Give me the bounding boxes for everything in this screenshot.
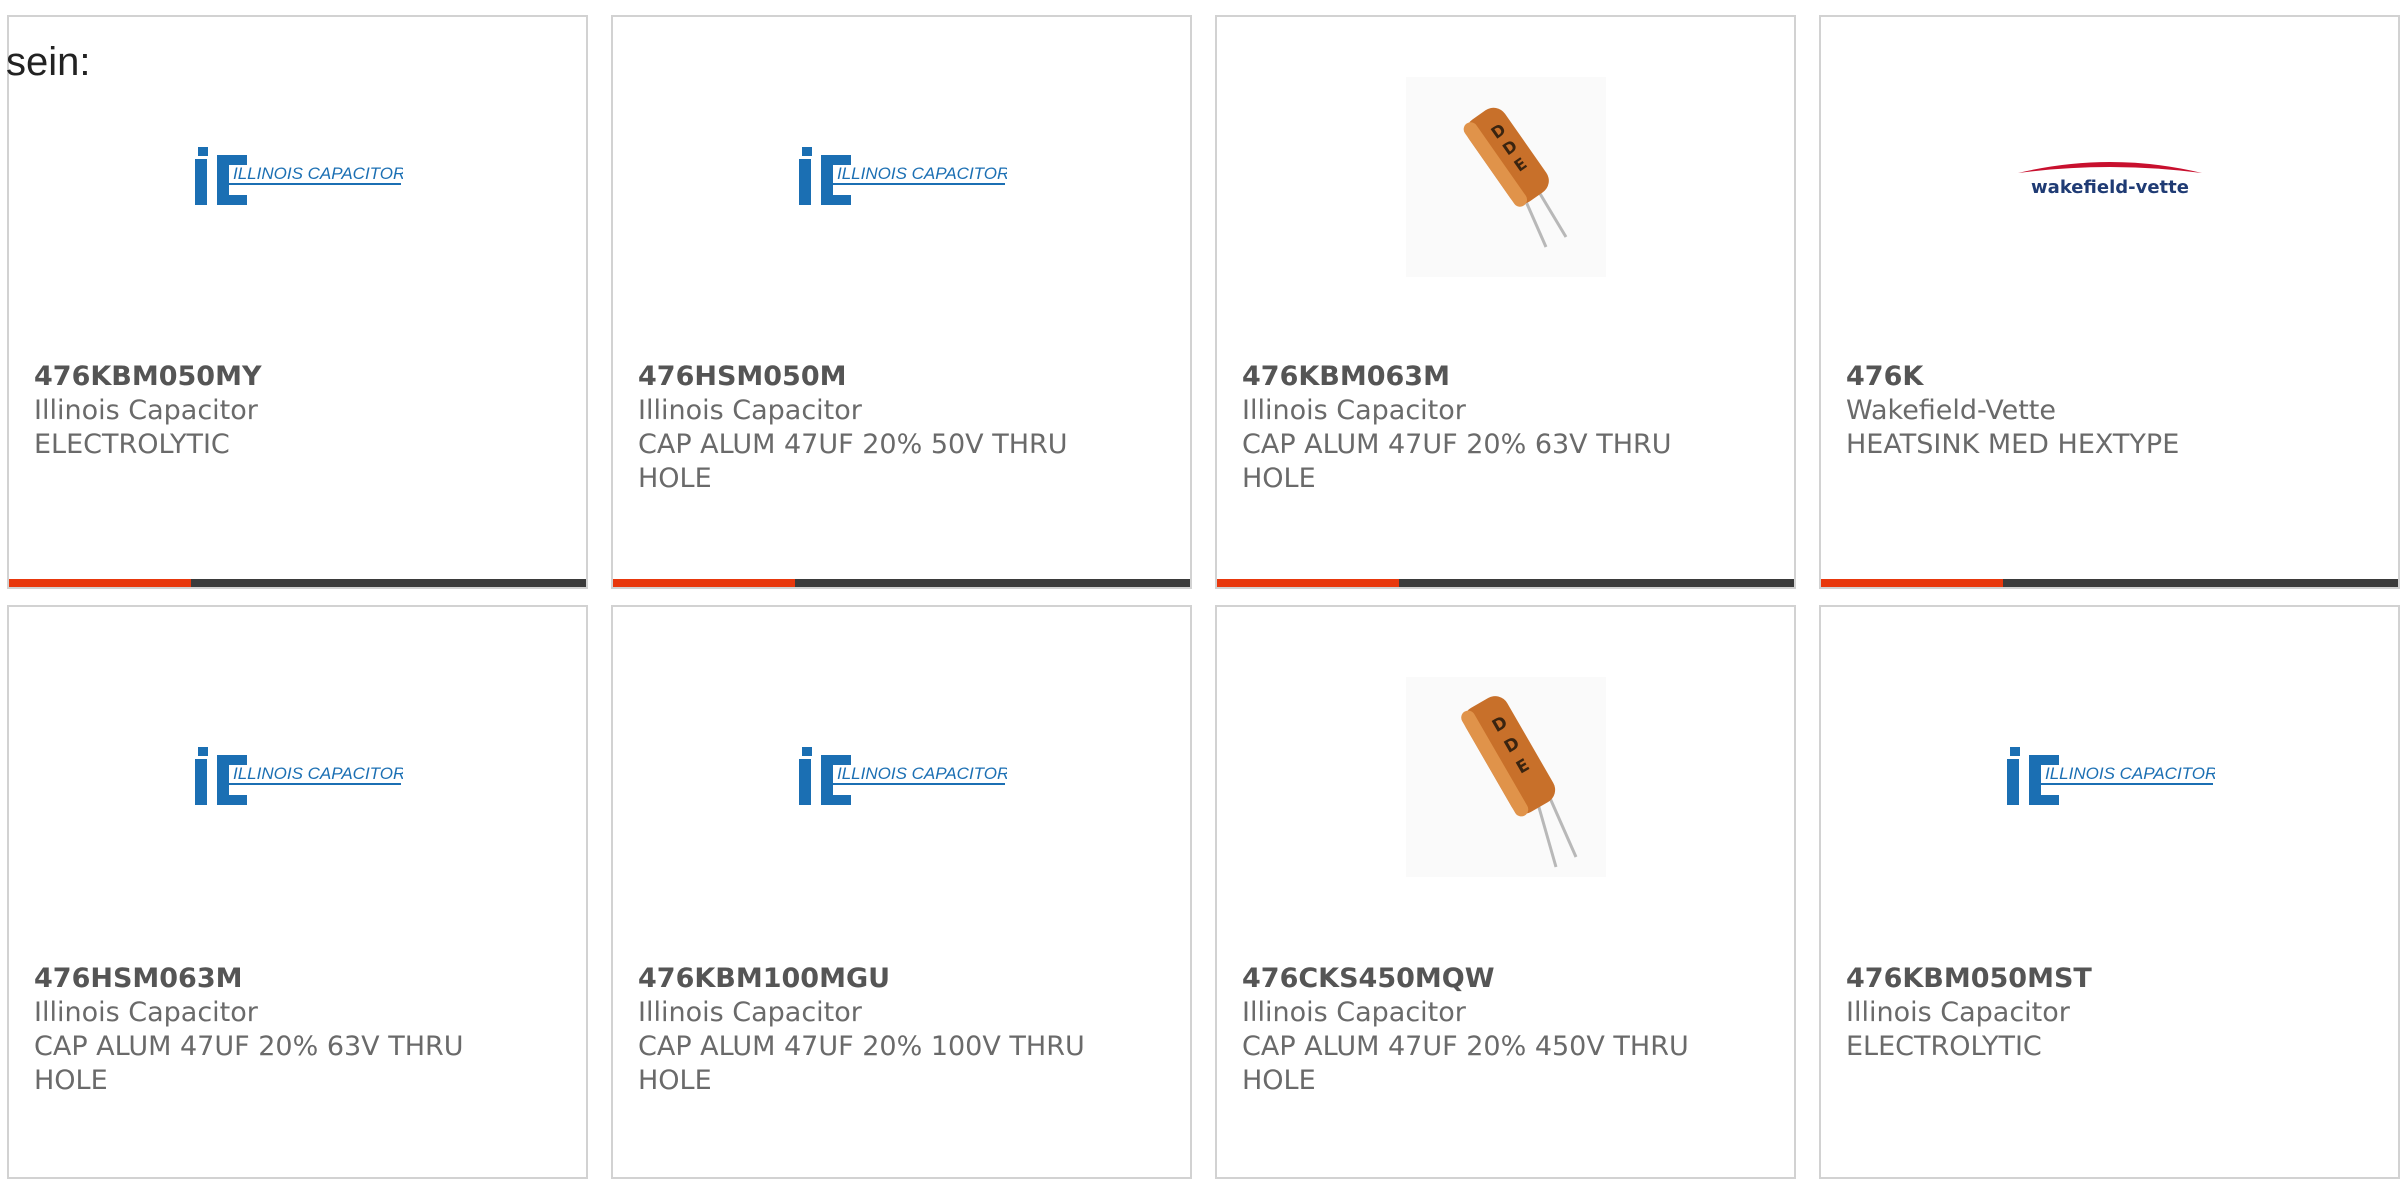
illinois-capacitor-logo: ILLINOIS CAPACITOR, INC. — [194, 747, 403, 805]
product-card[interactable]: wakefield-vette 476K Wakefield-Vette HEA… — [1819, 15, 2400, 589]
part-number[interactable]: 476KBM050MST — [1846, 962, 2338, 996]
description: HEATSINK MED HEXTYPE — [1846, 429, 2180, 460]
illinois-capacitor-logo: ILLINOIS CAPACITOR, INC. — [798, 747, 1007, 805]
product-image: ILLINOIS CAPACITOR, INC. — [9, 77, 586, 277]
svg-text:wakefield-vette: wakefield-vette — [2031, 177, 2189, 198]
product-card[interactable]: D D E 476CKS450MQW Illinois Capacitor CA… — [1215, 605, 1796, 1179]
product-image: D D E — [1217, 77, 1794, 277]
product-card[interactable]: D D E 476KBM063M Illinois Capacitor CAP … — [1215, 15, 1796, 589]
description: CAP ALUM 47UF 20% 100V THRU HOLE — [638, 1031, 1085, 1096]
manufacturer: Illinois Capacitor — [1242, 395, 1466, 426]
part-number[interactable]: 476HSM063M — [34, 962, 526, 996]
product-info: 476HSM050M Illinois Capacitor CAP ALUM 4… — [638, 360, 1130, 496]
progress-fill — [9, 579, 191, 587]
progress-bar — [613, 579, 1190, 587]
product-image: D D E — [1217, 677, 1794, 877]
manufacturer: Illinois Capacitor — [34, 395, 258, 426]
part-number[interactable]: 476CKS450MQW — [1242, 962, 1734, 996]
product-image: ILLINOIS CAPACITOR, INC. — [613, 677, 1190, 877]
illinois-capacitor-logo: ILLINOIS CAPACITOR, INC. — [194, 147, 403, 205]
description: ELECTROLYTIC — [34, 429, 230, 460]
description: ELECTROLYTIC — [1846, 1031, 2042, 1062]
product-image: ILLINOIS CAPACITOR, INC. — [9, 677, 586, 877]
part-number[interactable]: 476HSM050M — [638, 360, 1130, 394]
svg-text:ILLINOIS CAPACITOR, INC.: ILLINOIS CAPACITOR, INC. — [233, 764, 403, 783]
lead-text: sein: — [6, 40, 91, 84]
part-number[interactable]: 476K — [1846, 360, 2338, 394]
svg-text:ILLINOIS CAPACITOR, INC.: ILLINOIS CAPACITOR, INC. — [233, 164, 403, 183]
product-info: 476KBM063M Illinois Capacitor CAP ALUM 4… — [1242, 360, 1734, 496]
product-image: ILLINOIS CAPACITOR, INC. — [1821, 677, 2398, 877]
product-card[interactable]: ILLINOIS CAPACITOR, INC. 476KBM100MGU Il… — [611, 605, 1192, 1179]
product-card[interactable]: ILLINOIS CAPACITOR, INC. 476HSM063M Illi… — [7, 605, 588, 1179]
product-card[interactable]: ILLINOIS CAPACITOR, INC. 476HSM050M Illi… — [611, 15, 1192, 589]
product-info: 476KBM050MY Illinois Capacitor ELECTROLY… — [34, 360, 526, 462]
progress-bar — [1217, 579, 1794, 587]
product-image: ILLINOIS CAPACITOR, INC. — [613, 77, 1190, 277]
manufacturer: Wakefield-Vette — [1846, 395, 2056, 426]
svg-text:ILLINOIS CAPACITOR, INC.: ILLINOIS CAPACITOR, INC. — [837, 164, 1007, 183]
product-info: 476KBM050MST Illinois Capacitor ELECTROL… — [1846, 962, 2338, 1064]
manufacturer: Illinois Capacitor — [34, 997, 258, 1028]
capacitor-photo: D D E — [1405, 77, 1606, 277]
manufacturer: Illinois Capacitor — [638, 395, 862, 426]
progress-fill — [613, 579, 795, 587]
manufacturer: Illinois Capacitor — [1242, 997, 1466, 1028]
product-info: 476KBM100MGU Illinois Capacitor CAP ALUM… — [638, 962, 1130, 1098]
wakefield-vette-logo: wakefield-vette — [2017, 162, 2202, 198]
progress-bar — [9, 579, 586, 587]
product-info: 476HSM063M Illinois Capacitor CAP ALUM 4… — [34, 962, 526, 1098]
product-grid: ILLINOIS CAPACITOR, INC. 476KBM050MY Ill… — [7, 15, 2400, 1179]
product-card[interactable]: ILLINOIS CAPACITOR, INC. 476KBM050MY Ill… — [7, 15, 588, 589]
svg-text:ILLINOIS CAPACITOR, INC.: ILLINOIS CAPACITOR, INC. — [837, 764, 1007, 783]
progress-bar — [1821, 579, 2398, 587]
product-info: 476K Wakefield-Vette HEATSINK MED HEXTYP… — [1846, 360, 2338, 462]
description: CAP ALUM 47UF 20% 63V THRU HOLE — [1242, 429, 1672, 494]
part-number[interactable]: 476KBM063M — [1242, 360, 1734, 394]
description: CAP ALUM 47UF 20% 63V THRU HOLE — [34, 1031, 464, 1096]
description: CAP ALUM 47UF 20% 50V THRU HOLE — [638, 429, 1068, 494]
product-image: wakefield-vette — [1821, 77, 2398, 277]
illinois-capacitor-logo: ILLINOIS CAPACITOR, INC. — [2006, 747, 2215, 805]
product-info: 476CKS450MQW Illinois Capacitor CAP ALUM… — [1242, 962, 1734, 1098]
part-number[interactable]: 476KBM100MGU — [638, 962, 1130, 996]
manufacturer: Illinois Capacitor — [1846, 997, 2070, 1028]
capacitor-photo: D D E — [1405, 677, 1606, 877]
manufacturer: Illinois Capacitor — [638, 997, 862, 1028]
description: CAP ALUM 47UF 20% 450V THRU HOLE — [1242, 1031, 1689, 1096]
progress-fill — [1821, 579, 2003, 587]
progress-fill — [1217, 579, 1399, 587]
product-card[interactable]: ILLINOIS CAPACITOR, INC. 476KBM050MST Il… — [1819, 605, 2400, 1179]
illinois-capacitor-logo: ILLINOIS CAPACITOR, INC. — [798, 147, 1007, 205]
svg-text:ILLINOIS CAPACITOR, INC.: ILLINOIS CAPACITOR, INC. — [2045, 764, 2215, 783]
part-number[interactable]: 476KBM050MY — [34, 360, 526, 394]
